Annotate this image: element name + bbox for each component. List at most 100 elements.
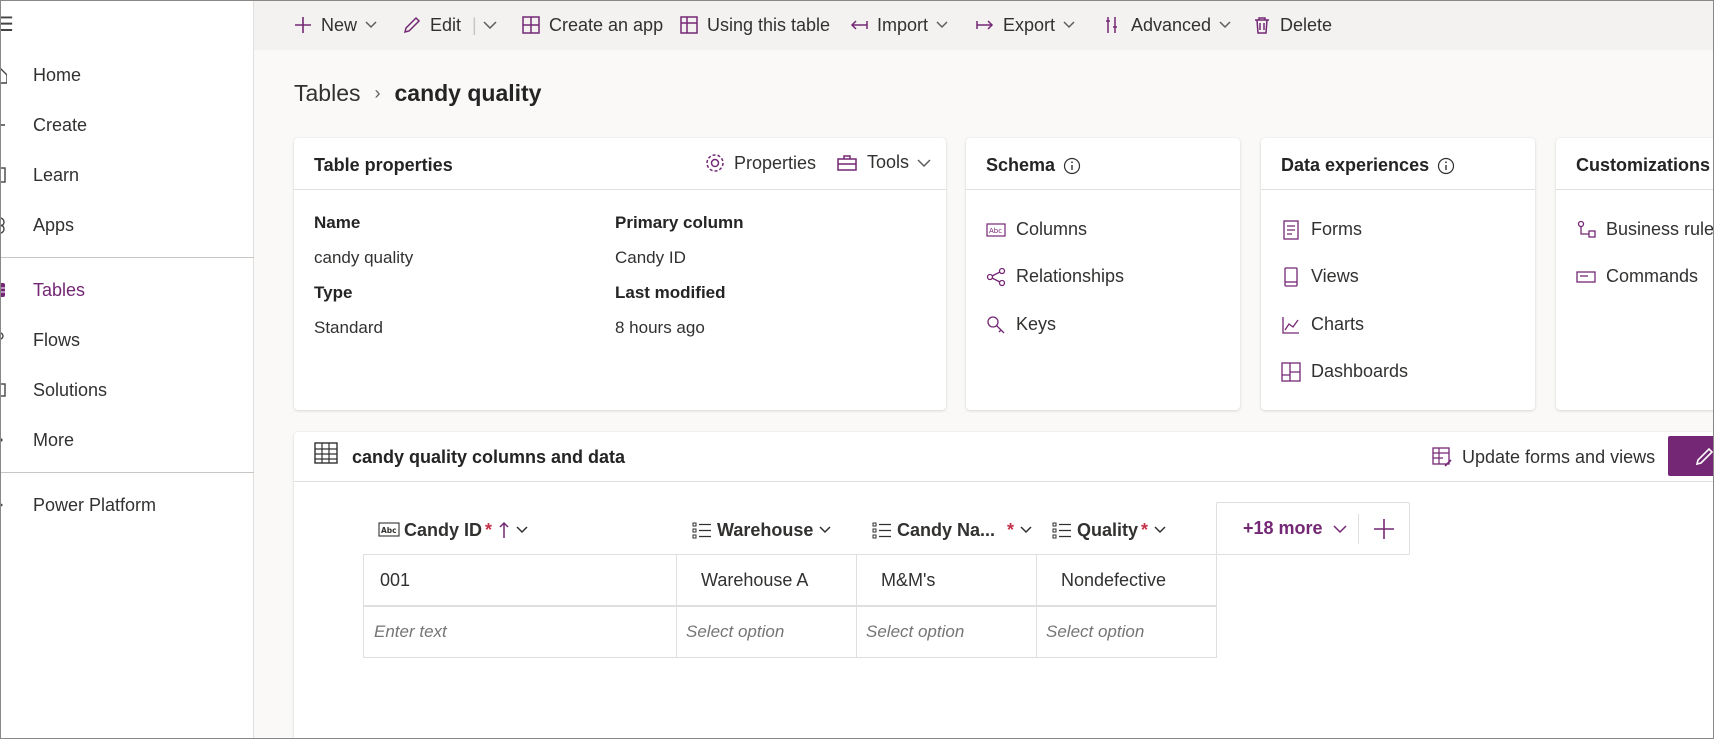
more-columns-group: +18 more [1216, 502, 1410, 555]
cell-warehouse[interactable]: Warehouse A [676, 554, 857, 606]
edit-split-divider: | [472, 14, 477, 35]
customizations-card: Customizations Business rules Commands [1556, 138, 1714, 410]
new-row-candy-id-input[interactable]: Enter text [363, 606, 677, 658]
sidebar-item-tables[interactable]: Tables [0, 270, 253, 310]
table-properties-card: Table properties Properties Tools Name c… [294, 138, 946, 410]
import-label: Import [877, 14, 929, 35]
page-title: candy quality [394, 80, 542, 106]
schema-item-columns[interactable]: Abc Columns [986, 219, 1087, 240]
chart-icon [1282, 316, 1299, 334]
schema-item-label: Relationships [1016, 266, 1125, 286]
toolbox-icon [837, 154, 857, 171]
add-column-icon[interactable] [1373, 518, 1395, 540]
data-exp-item-charts[interactable]: Charts [1281, 314, 1364, 335]
sidebar-item-more[interactable]: More [0, 420, 253, 460]
pencil-icon [403, 16, 421, 34]
choice-column-icon [1052, 522, 1071, 539]
business-rule-icon [1577, 220, 1596, 238]
new-button[interactable]: New [293, 0, 385, 50]
sidebar-item-learn[interactable]: Learn [0, 155, 253, 195]
new-row-warehouse-select[interactable]: Select option [676, 606, 857, 658]
divider [1358, 514, 1359, 544]
edit-button[interactable]: Edit [402, 0, 461, 50]
create-app-button[interactable]: Create an app [521, 0, 663, 50]
column-header-candy-id[interactable]: Abc Candy ID * [378, 506, 528, 554]
command-bar: New Edit | Create an app Using this tabl… [254, 0, 1714, 50]
sidebar-item-power-platform[interactable]: Power Platform [0, 485, 253, 525]
custom-item-label: Commands [1606, 266, 1699, 286]
view-icon [1284, 266, 1298, 287]
left-nav: ☰ Home Create Learn Apps Tables Flows So… [0, 0, 254, 739]
hamburger-menu-icon[interactable]: ☰ [0, 12, 14, 37]
name-label: Name [314, 213, 361, 232]
chevron-down-icon [1063, 21, 1075, 29]
more-columns-button[interactable]: +18 more [1243, 518, 1347, 539]
book-icon [0, 167, 6, 183]
new-row-candy-name-select[interactable]: Select option [856, 606, 1037, 658]
column-header-warehouse[interactable]: Warehouse [692, 506, 831, 554]
nav-divider [0, 257, 254, 258]
chevron-down-icon [1333, 524, 1347, 533]
new-row-quality-select[interactable]: Select option [1036, 606, 1217, 658]
apps-icon [0, 217, 5, 234]
tools-button[interactable]: Tools [836, 152, 931, 173]
table-grid-icon [314, 442, 338, 464]
sidebar-item-home[interactable]: Home [0, 55, 253, 95]
edit-dropdown-button[interactable] [483, 0, 505, 50]
custom-item-business-rules[interactable]: Business rules [1576, 219, 1714, 240]
custom-item-label: Business rules [1606, 219, 1714, 239]
sidebar-item-flows[interactable]: Flows [0, 320, 253, 360]
advanced-button[interactable]: Advanced [1103, 0, 1239, 50]
schema-item-relationships[interactable]: Relationships [986, 266, 1124, 287]
gear-icon [706, 154, 724, 172]
pencil-icon [1695, 447, 1714, 466]
sidebar-item-create[interactable]: Create [0, 105, 253, 145]
export-button[interactable]: Export [975, 0, 1083, 50]
cell-quality[interactable]: Nondefective [1036, 554, 1217, 606]
sort-ascending-icon [499, 521, 509, 538]
info-icon[interactable] [1437, 157, 1455, 175]
relationship-icon [986, 267, 1006, 286]
sidebar-item-label: Flows [33, 329, 81, 350]
sidebar-item-label: Power Platform [33, 494, 157, 515]
sidebar-item-apps[interactable]: Apps [0, 205, 253, 245]
column-header-candy-name[interactable]: Candy Na... * [872, 506, 1032, 554]
panel-header: candy quality columns and data Update fo… [294, 432, 1714, 482]
required-marker: * [1007, 519, 1015, 540]
table-icon [0, 283, 5, 297]
using-table-button[interactable]: Using this table [679, 0, 830, 50]
last-modified-value: 8 hours ago [615, 318, 705, 337]
breadcrumb-tables-link[interactable]: Tables [294, 80, 360, 107]
data-exp-item-forms[interactable]: Forms [1281, 219, 1362, 240]
more-icon [0, 438, 3, 442]
tools-icon [1106, 17, 1117, 33]
schema-item-keys[interactable]: Keys [986, 314, 1056, 335]
properties-button[interactable]: Properties [704, 152, 816, 174]
nav-divider [0, 472, 254, 473]
advanced-label: Advanced [1131, 14, 1212, 35]
column-header-quality[interactable]: Quality * [1052, 506, 1166, 554]
update-forms-views-label: Update forms and views [1462, 446, 1656, 467]
edit-data-button[interactable] [1668, 436, 1714, 476]
sidebar-item-solutions[interactable]: Solutions [0, 370, 253, 410]
data-exp-item-label: Views [1311, 266, 1359, 286]
update-forms-views-button[interactable]: Update forms and views [1431, 446, 1655, 468]
svg-text:Abc: Abc [381, 526, 397, 535]
data-exp-item-views[interactable]: Views [1281, 266, 1359, 287]
trash-icon [1255, 17, 1269, 34]
cell-candy-name[interactable]: M&M's [856, 554, 1037, 606]
choice-column-icon [872, 522, 891, 539]
columns-abc-icon: Abc [986, 222, 1006, 237]
chevron-down-icon [819, 526, 831, 534]
card-title: Customizations [1576, 155, 1714, 176]
data-exp-item-dashboards[interactable]: Dashboards [1281, 361, 1408, 382]
sidebar-item-label: More [33, 429, 75, 450]
info-icon[interactable] [1063, 157, 1081, 175]
edit-label: Edit [430, 14, 462, 35]
delete-button[interactable]: Delete [1252, 0, 1332, 50]
chevron-down-icon [936, 21, 948, 29]
import-button[interactable]: Import [849, 0, 956, 50]
card-header: Customizations [1556, 138, 1714, 190]
cell-candy-id[interactable]: 001 [363, 554, 677, 606]
custom-item-commands[interactable]: Commands [1576, 266, 1698, 287]
